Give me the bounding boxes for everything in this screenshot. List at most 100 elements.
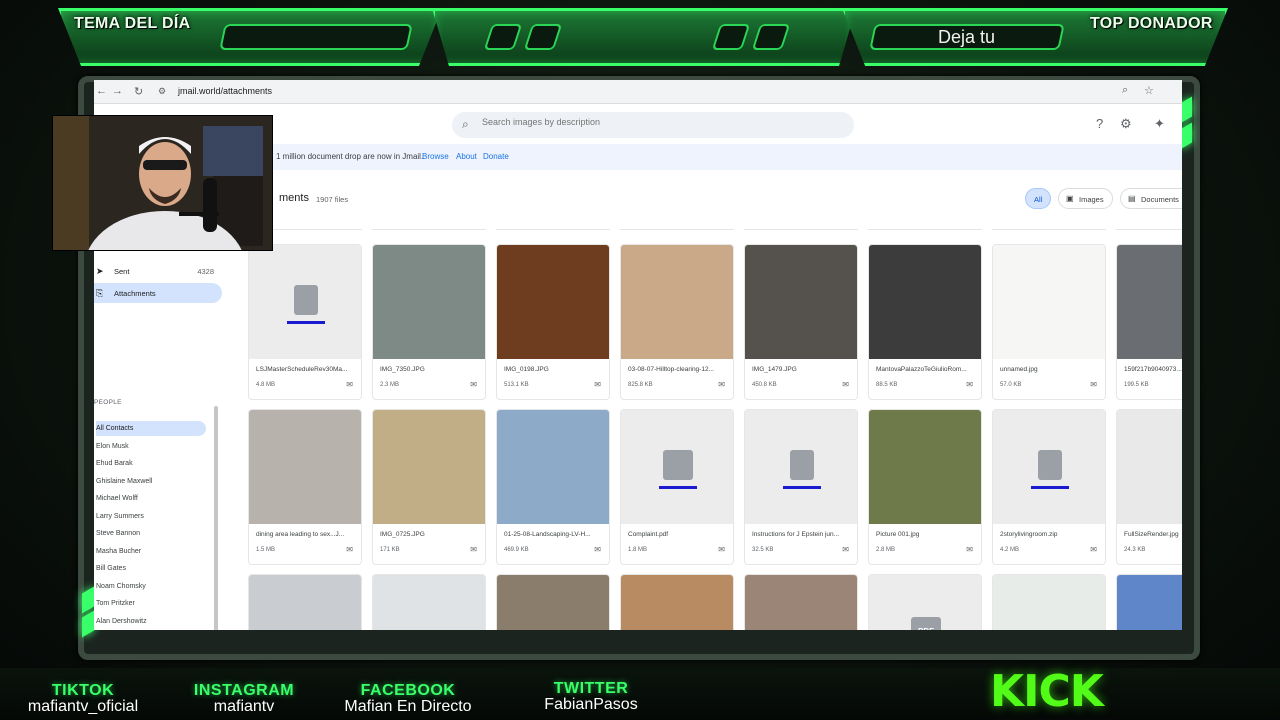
attachment-card[interactable]: IMG_0725.JPG 171 KB ✉ <box>372 409 486 565</box>
stream-overlay-top: TEMA DEL DÍA TOP DONADOR Deja tu <box>0 0 1280 72</box>
contact-item[interactable]: Michael Wolff <box>96 491 206 506</box>
attachment-thumbnail[interactable] <box>745 410 857 524</box>
attachment-thumbnail[interactable] <box>249 410 361 524</box>
contact-item[interactable]: Bill Gates <box>96 561 206 576</box>
banner-link-donate[interactable]: Donate <box>483 152 509 161</box>
attachment-card[interactable]: MantovaPalazzoTeGiulioRom... 88.5 KB ✉ <box>868 244 982 400</box>
open-email-icon[interactable]: ✉ <box>966 380 973 389</box>
contact-item[interactable]: All Contacts <box>96 421 206 436</box>
arrow-right-icon[interactable]: → <box>112 85 123 97</box>
filter-all[interactable]: All <box>1025 188 1052 209</box>
sidebar-item-sent[interactable]: ➤ Sent 4328 <box>94 261 222 281</box>
attachment-card[interactable]: Complaint.pdf 1.8 MB ✉ <box>620 409 734 565</box>
attachment-thumbnail[interactable] <box>745 575 857 630</box>
attachment-thumbnail[interactable] <box>249 245 361 359</box>
attachment-thumbnail[interactable] <box>373 245 485 359</box>
reload-icon[interactable]: ↻ <box>134 85 143 98</box>
attachment-thumbnail[interactable] <box>1117 410 1182 524</box>
attachment-thumbnail[interactable]: PDF <box>869 575 981 630</box>
attachment-card[interactable] <box>1116 574 1182 630</box>
attachment-size: 469.9 KB <box>504 547 529 553</box>
webcam-feed <box>52 115 273 251</box>
attachment-card[interactable]: IMG_0198.JPG 513.1 KB ✉ <box>496 244 610 400</box>
attachment-thumbnail[interactable] <box>869 410 981 524</box>
zoom-icon[interactable]: ⌕ <box>1122 84 1128 97</box>
arrow-left-icon[interactable]: ← <box>96 85 107 97</box>
gear-icon[interactable]: ⚙ <box>1120 116 1132 132</box>
attachment-card[interactable]: Instructions for J Epstein jun... 32.5 KB… <box>744 409 858 565</box>
attachment-thumbnail[interactable] <box>249 575 361 630</box>
filter-images[interactable]: ▣ Images <box>1058 188 1113 209</box>
search-bar[interactable]: ⌕ <box>452 112 854 138</box>
address-bar[interactable]: jmail.world/attachments <box>178 86 272 96</box>
sidebar-scrollbar[interactable] <box>214 406 218 630</box>
site-settings-icon[interactable]: ⚙ <box>158 86 166 97</box>
banner-link-browse[interactable]: Browse <box>422 152 449 161</box>
help-icon[interactable]: ? <box>1096 116 1103 131</box>
search-input[interactable] <box>482 117 842 127</box>
attachment-card[interactable]: unnamed.jpg 57.0 KB ✉ <box>992 244 1106 400</box>
attachment-card[interactable]: IMG_7350.JPG 2.3 MB ✉ <box>372 244 486 400</box>
open-email-icon[interactable]: ✉ <box>470 380 477 389</box>
open-email-icon[interactable]: ✉ <box>842 380 849 389</box>
open-email-icon[interactable]: ✉ <box>1090 380 1097 389</box>
open-email-icon[interactable]: ✉ <box>594 545 601 554</box>
attachment-thumbnail[interactable] <box>497 245 609 359</box>
open-email-icon[interactable]: ✉ <box>1090 545 1097 554</box>
attachment-thumbnail[interactable] <box>621 575 733 630</box>
open-email-icon[interactable]: ✉ <box>346 380 353 389</box>
attachment-card[interactable]: PDF <box>868 574 982 630</box>
open-email-icon[interactable]: ✉ <box>718 545 725 554</box>
attachment-thumbnail[interactable] <box>869 245 981 359</box>
contact-item[interactable]: Noam Chomsky <box>96 579 206 594</box>
contact-item[interactable]: Tom Pritzker <box>96 596 206 611</box>
attachment-card[interactable] <box>992 574 1106 630</box>
attachment-card[interactable]: IMG_1479.JPG 450.8 KB ✉ <box>744 244 858 400</box>
attachment-thumbnail[interactable] <box>621 410 733 524</box>
attachment-card[interactable]: Picture 001.jpg 2.8 MB ✉ <box>868 409 982 565</box>
attachment-card[interactable] <box>496 574 610 630</box>
attachment-card[interactable] <box>744 574 858 630</box>
sparkle-icon[interactable]: ✦ <box>1154 116 1165 132</box>
contact-item[interactable]: Ghislaine Maxwell <box>96 474 206 489</box>
attachment-thumbnail[interactable] <box>993 575 1105 630</box>
attachment-card[interactable]: 03-08-07-Hilltop-clearing-12... 825.8 KB ✉ <box>620 244 734 400</box>
attachment-card[interactable]: LSJMasterScheduleRev30Ma... 4.8 MB ✉ <box>248 244 362 400</box>
attachment-card[interactable]: 2storylivingroom.zip 4.2 MB ✉ <box>992 409 1106 565</box>
attachment-card[interactable]: 01-25-08-Landscaping-LV-H... 469.9 KB ✉ <box>496 409 610 565</box>
bookmark-star-icon[interactable]: ☆ <box>1144 84 1154 97</box>
attachment-thumbnail[interactable] <box>497 575 609 630</box>
attachment-thumbnail[interactable] <box>497 410 609 524</box>
attachment-thumbnail[interactable] <box>745 245 857 359</box>
attachment-thumbnail[interactable] <box>993 410 1105 524</box>
contact-item[interactable]: Elon Musk <box>96 439 206 454</box>
attachment-thumbnail[interactable] <box>621 245 733 359</box>
contact-item[interactable]: Ehud Barak <box>96 456 206 471</box>
attachment-thumbnail[interactable] <box>373 410 485 524</box>
filter-documents[interactable]: ▤ Documents <box>1120 188 1182 209</box>
attachment-card[interactable]: 159f217b9040973...199.5 KB✉ <box>1116 244 1182 400</box>
contact-item[interactable]: Alan Dershowitz <box>96 614 206 629</box>
attachment-size: 199.5 KB <box>1124 382 1149 388</box>
sidebar-item-attachments[interactable]: ⎘ Attachments <box>94 283 222 303</box>
attachment-card[interactable] <box>372 574 486 630</box>
attachment-card[interactable] <box>248 574 362 630</box>
attachment-card[interactable]: dining area leading to sex...J... 1.5 MB ✉ <box>248 409 362 565</box>
attachment-thumbnail[interactable] <box>1117 245 1182 359</box>
attachment-card[interactable] <box>620 574 734 630</box>
attachment-thumbnail[interactable] <box>1117 575 1182 630</box>
attachment-thumbnail[interactable] <box>993 245 1105 359</box>
open-email-icon[interactable]: ✉ <box>470 545 477 554</box>
contact-item[interactable]: Steve Bannon <box>96 526 206 541</box>
contact-item[interactable]: Masha Bucher <box>96 544 206 559</box>
open-email-icon[interactable]: ✉ <box>346 545 353 554</box>
banner-link-about[interactable]: About <box>456 152 477 161</box>
open-email-icon[interactable]: ✉ <box>594 380 601 389</box>
open-email-icon[interactable]: ✉ <box>718 380 725 389</box>
attachment-thumbnail[interactable] <box>373 575 485 630</box>
open-email-icon[interactable]: ✉ <box>966 545 973 554</box>
attachment-card[interactable]: FullSizeRender.jpg24.3 KB✉ <box>1116 409 1182 565</box>
top-donor-title: TOP DONADOR <box>1090 15 1213 32</box>
contact-item[interactable]: Larry Summers <box>96 509 206 524</box>
open-email-icon[interactable]: ✉ <box>842 545 849 554</box>
